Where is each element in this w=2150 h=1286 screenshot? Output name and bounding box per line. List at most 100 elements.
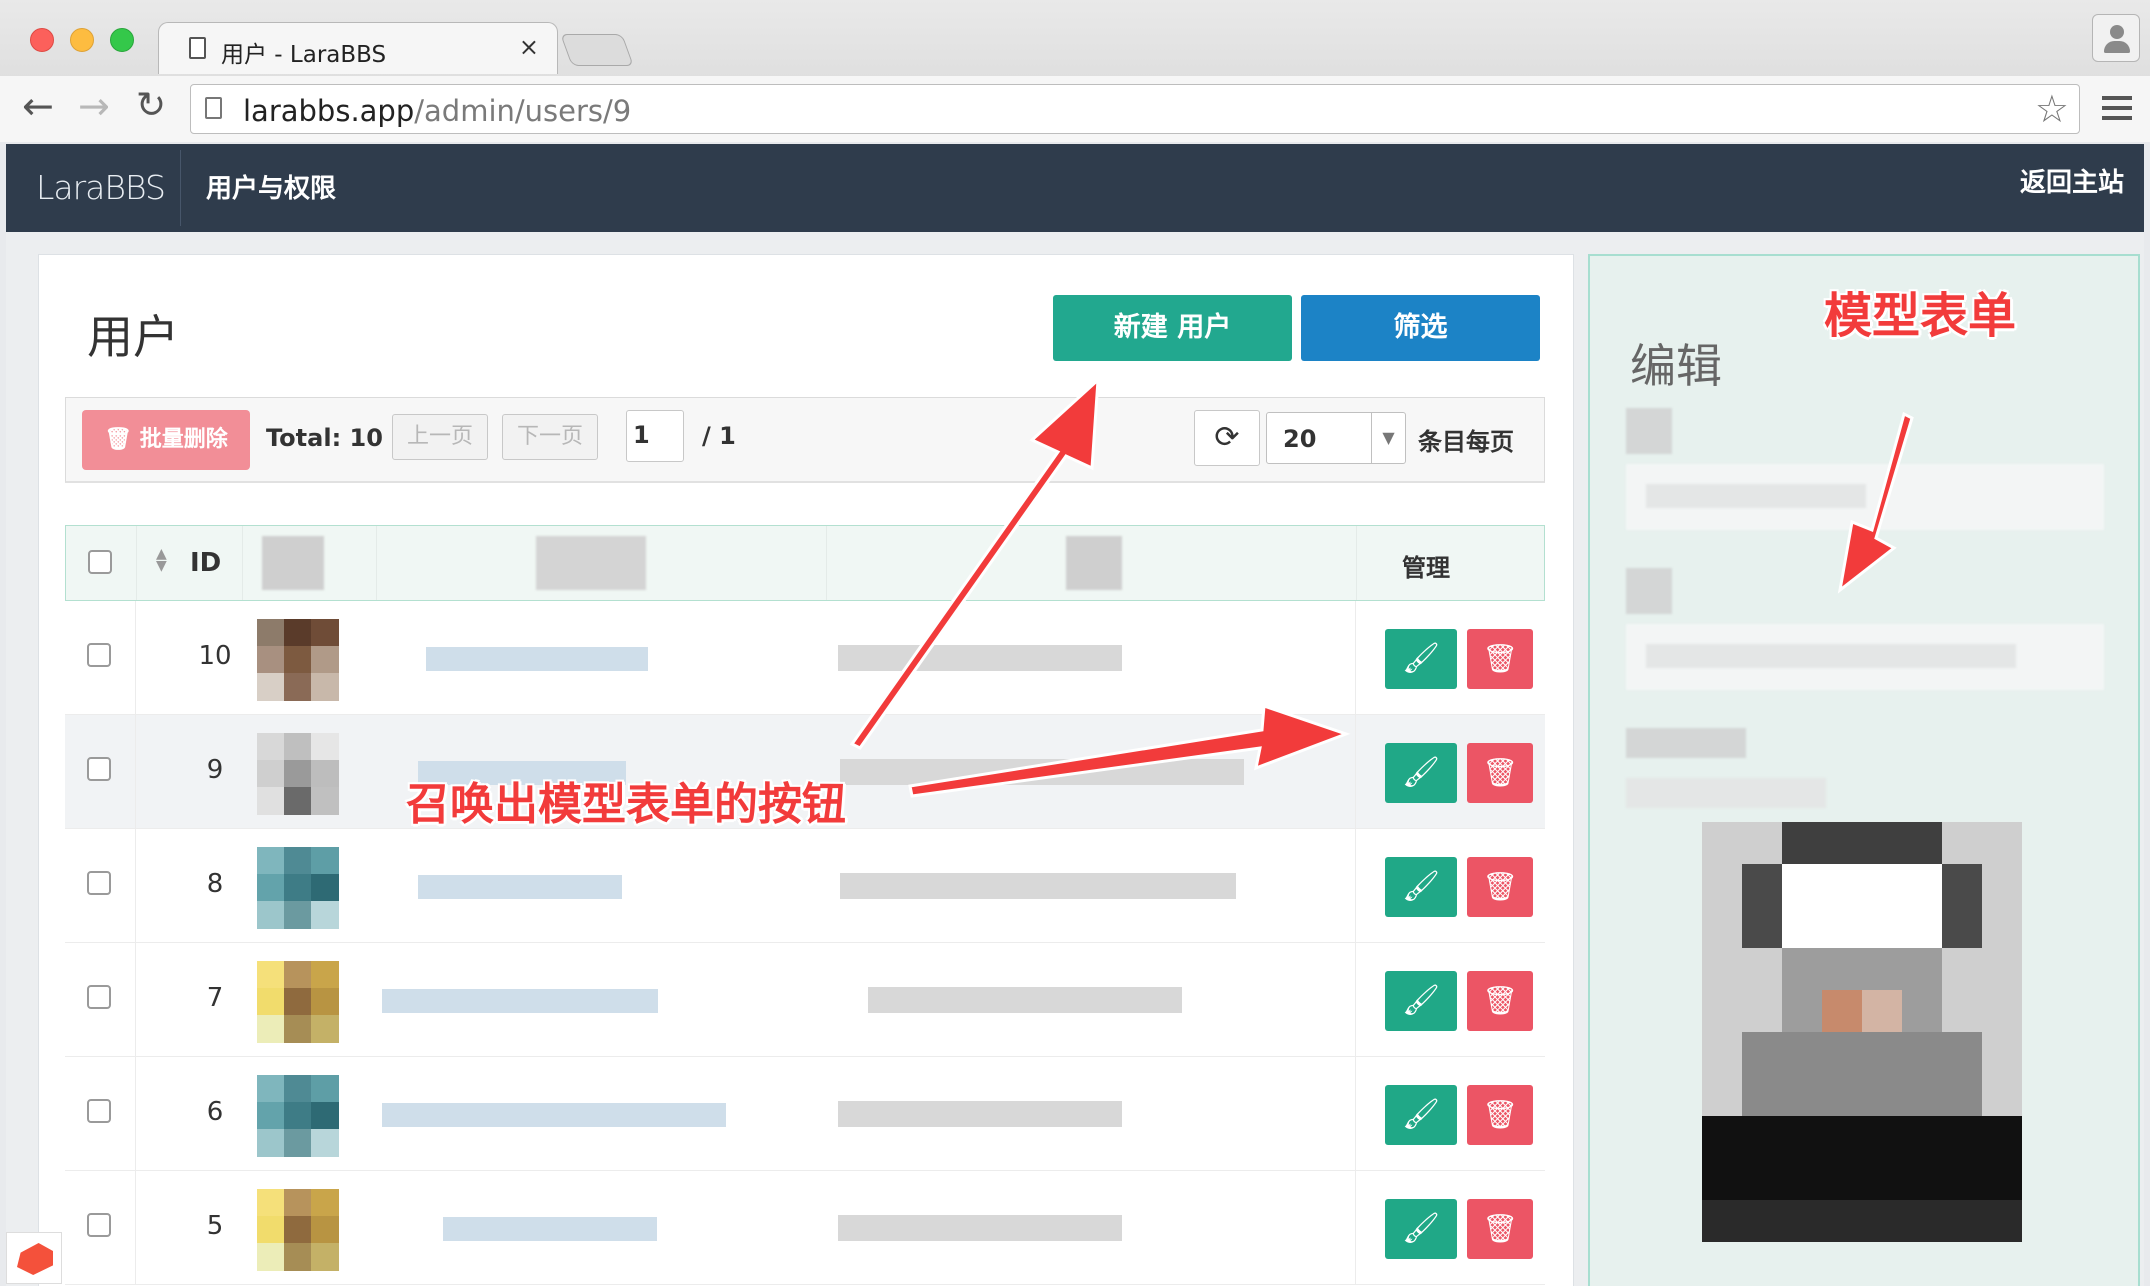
- window-minimize-button[interactable]: [70, 28, 94, 52]
- table-row[interactable]: 7 🖌 🗑: [65, 943, 1545, 1057]
- column-divider: [1355, 829, 1356, 943]
- edit-button[interactable]: 🖌: [1385, 629, 1457, 689]
- prev-page-button[interactable]: 上一页: [392, 414, 488, 460]
- column-header-id[interactable]: ID: [190, 548, 221, 578]
- email-redacted: [838, 1215, 1122, 1241]
- name-redacted: [382, 989, 658, 1013]
- list-toolbar: 🗑 批量删除 Total: 10 上一页 下一页 1 / 1 ⟳ 20 ▼ 条目…: [65, 397, 1545, 483]
- next-page-button[interactable]: 下一页: [502, 414, 598, 460]
- brush-icon: 🖌: [1401, 755, 1441, 790]
- page-number-input[interactable]: 1: [626, 410, 684, 462]
- form-field-text-redacted: [1646, 484, 1866, 508]
- table-row[interactable]: 5 🖌 🗑: [65, 1171, 1545, 1285]
- address-bar[interactable]: larabbs.app/admin/users/9 ☆: [190, 84, 2080, 134]
- url-text[interactable]: larabbs.app/admin/users/9: [243, 94, 631, 128]
- table-row[interactable]: 10 🖌 🗑: [65, 601, 1545, 715]
- app-navbar: LaraBBS 用户与权限 返回主站: [6, 144, 2144, 232]
- column-divider: [376, 526, 377, 600]
- navbar-divider: [180, 150, 181, 226]
- edit-button[interactable]: 🖌: [1385, 857, 1457, 917]
- trash-icon: 🗑: [1482, 984, 1518, 1017]
- nav-back-home[interactable]: 返回主站: [2020, 162, 2124, 199]
- window-maximize-button[interactable]: [110, 28, 134, 52]
- form-field-text-redacted: [1646, 644, 2016, 668]
- window-close-button[interactable]: [30, 28, 54, 52]
- refresh-button[interactable]: ⟳: [1194, 410, 1260, 466]
- column-header-name-redacted: [536, 536, 646, 590]
- page-title: 用户: [87, 310, 179, 364]
- per-page-select[interactable]: 20 ▼: [1266, 412, 1406, 464]
- column-divider: [1355, 943, 1356, 1057]
- edit-button[interactable]: 🖌: [1385, 1085, 1457, 1145]
- forward-arrow-icon[interactable]: →: [78, 86, 110, 126]
- page-icon: [205, 97, 222, 119]
- column-header-manage: 管理: [1402, 554, 1450, 582]
- select-all-checkbox[interactable]: [88, 550, 112, 574]
- tab-title: 用户 - LaraBBS: [221, 42, 387, 68]
- row-checkbox[interactable]: [87, 871, 111, 895]
- new-user-button[interactable]: 新建 用户: [1053, 295, 1292, 361]
- name-redacted: [426, 647, 648, 671]
- new-tab-button[interactable]: [560, 34, 634, 66]
- back-arrow-icon[interactable]: ←: [22, 86, 54, 126]
- bulk-delete-button[interactable]: 🗑 批量删除: [82, 410, 250, 470]
- annotation-summon-button: 召唤出模型表单的按钮: [406, 779, 846, 830]
- delete-button[interactable]: 🗑: [1467, 1199, 1533, 1259]
- column-divider: [1356, 526, 1357, 600]
- delete-button[interactable]: 🗑: [1467, 629, 1533, 689]
- total-count: Total: 10: [266, 424, 383, 452]
- column-divider: [1355, 601, 1356, 715]
- row-checkbox[interactable]: [87, 985, 111, 1009]
- profile-button[interactable]: [2092, 14, 2140, 62]
- avatar-image-redacted: [1702, 822, 2022, 1242]
- column-divider: [1355, 1171, 1356, 1285]
- row-checkbox[interactable]: [87, 643, 111, 667]
- row-checkbox[interactable]: [87, 1213, 111, 1237]
- avatar-redacted: [257, 733, 339, 815]
- delete-button[interactable]: 🗑: [1467, 971, 1533, 1031]
- browser-tab[interactable]: 用户 - LaraBBS ×: [158, 22, 558, 74]
- delete-button[interactable]: 🗑: [1467, 857, 1533, 917]
- avatar-redacted: [257, 619, 339, 701]
- edit-button[interactable]: 🖌: [1385, 1199, 1457, 1259]
- column-divider: [136, 526, 137, 600]
- brush-icon: 🖌: [1401, 1211, 1441, 1246]
- name-redacted: [382, 1103, 726, 1127]
- column-header-avatar-redacted: [262, 536, 324, 590]
- row-checkbox[interactable]: [87, 1099, 111, 1123]
- page-count: / 1: [702, 422, 736, 450]
- table-row[interactable]: 8 🖌 🗑: [65, 829, 1545, 943]
- refresh-icon: ⟳: [1214, 420, 1240, 455]
- caret-down-icon: ▼: [1371, 413, 1405, 463]
- table-row[interactable]: 6 🖌 🗑: [65, 1057, 1545, 1171]
- user-icon-body: [2104, 41, 2130, 53]
- edit-button[interactable]: 🖌: [1385, 743, 1457, 803]
- nav-users-permissions[interactable]: 用户与权限: [206, 168, 336, 205]
- tab-close-icon[interactable]: ×: [519, 33, 539, 61]
- brush-icon: 🖌: [1401, 869, 1441, 904]
- brand-logo[interactable]: LaraBBS: [36, 168, 166, 207]
- delete-button[interactable]: 🗑: [1467, 743, 1533, 803]
- reload-icon[interactable]: ↻: [136, 86, 166, 126]
- brush-icon: 🖌: [1401, 641, 1441, 676]
- column-header-email-redacted: [1066, 536, 1122, 590]
- edit-button[interactable]: 🖌: [1385, 971, 1457, 1031]
- trash-icon: 🗑: [1482, 1212, 1518, 1245]
- sort-icon[interactable]: ▲ ▼: [156, 547, 167, 573]
- laravel-logo-icon: [17, 1243, 53, 1275]
- url-host: larabbs.app: [243, 94, 415, 128]
- trash-icon: 🗑: [1482, 756, 1518, 789]
- laravel-debugbar-badge[interactable]: [6, 1232, 62, 1284]
- hamburger-menu-icon[interactable]: [2102, 96, 2132, 120]
- row-checkbox[interactable]: [87, 757, 111, 781]
- avatar-redacted: [257, 961, 339, 1043]
- browser-chrome: 用户 - LaraBBS × ← → ↻ larabbs.app/admin/u…: [0, 0, 2150, 142]
- filter-button[interactable]: 筛选: [1301, 295, 1540, 361]
- delete-button[interactable]: 🗑: [1467, 1085, 1533, 1145]
- bulk-delete-label: 批量删除: [139, 427, 228, 452]
- brush-icon: 🖌: [1401, 1097, 1441, 1132]
- form-label-redacted: [1626, 728, 1746, 758]
- bookmark-star-icon[interactable]: ☆: [2035, 87, 2069, 131]
- column-divider: [135, 601, 136, 715]
- email-redacted: [838, 1101, 1122, 1127]
